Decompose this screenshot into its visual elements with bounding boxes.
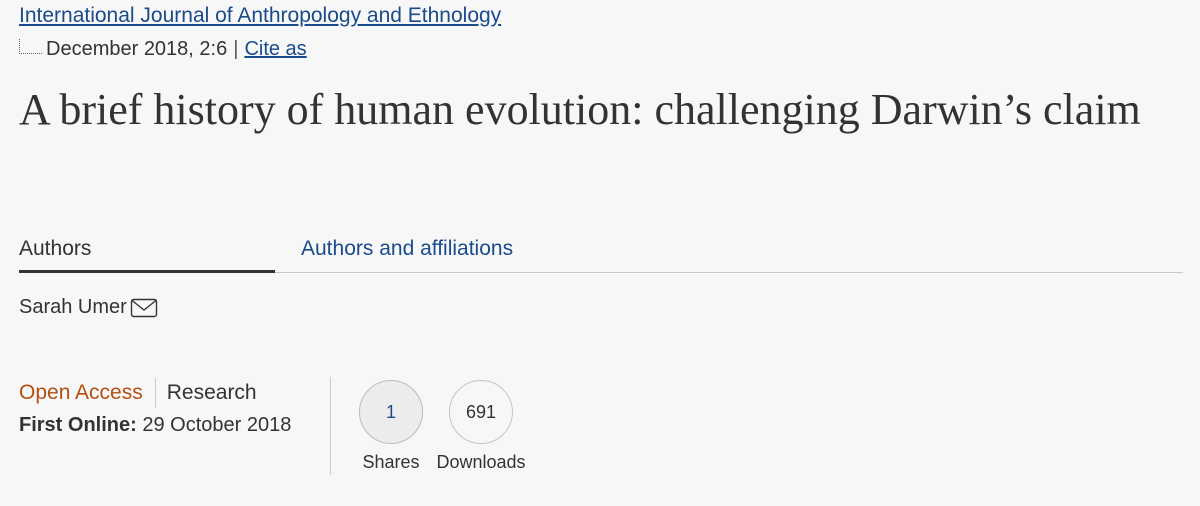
- article-title: A brief history of human evolution: chal…: [19, 85, 1141, 134]
- tab-authors-affiliations[interactable]: Authors and affiliations: [301, 234, 513, 270]
- article-info: Open Access Research First Online: 29 Oc…: [19, 378, 291, 437]
- author-name: Sarah Umer: [19, 296, 127, 318]
- meta-separator: |: [233, 38, 239, 60]
- downloads-count: 691: [449, 380, 513, 444]
- article-type: Research: [166, 381, 257, 404]
- cite-as-link[interactable]: Cite as: [244, 38, 306, 61]
- first-online-label: First Online:: [19, 414, 137, 436]
- tree-connector-icon: [19, 39, 42, 54]
- author-tabs: Authors Authors and affiliations: [19, 234, 1183, 273]
- issue-meta: December 2018, 2:6 | Cite as: [19, 38, 307, 61]
- downloads-metric: 691 Downloads: [436, 380, 526, 473]
- shares-count[interactable]: 1: [359, 380, 423, 444]
- journal-link[interactable]: International Journal of Anthropology an…: [19, 4, 501, 28]
- open-access-label: Open Access: [19, 381, 143, 404]
- shares-metric[interactable]: 1 Shares: [346, 380, 436, 473]
- downloads-label: Downloads: [436, 452, 526, 472]
- first-online-date: 29 October 2018: [142, 414, 292, 436]
- tab-authors[interactable]: Authors: [19, 234, 275, 273]
- envelope-icon[interactable]: [130, 297, 158, 319]
- shares-label: Shares: [362, 452, 420, 472]
- author-entry: Sarah Umer: [19, 296, 158, 319]
- divider: [154, 378, 156, 408]
- divider: [330, 377, 331, 475]
- issue-date: December 2018, 2:6: [46, 38, 228, 60]
